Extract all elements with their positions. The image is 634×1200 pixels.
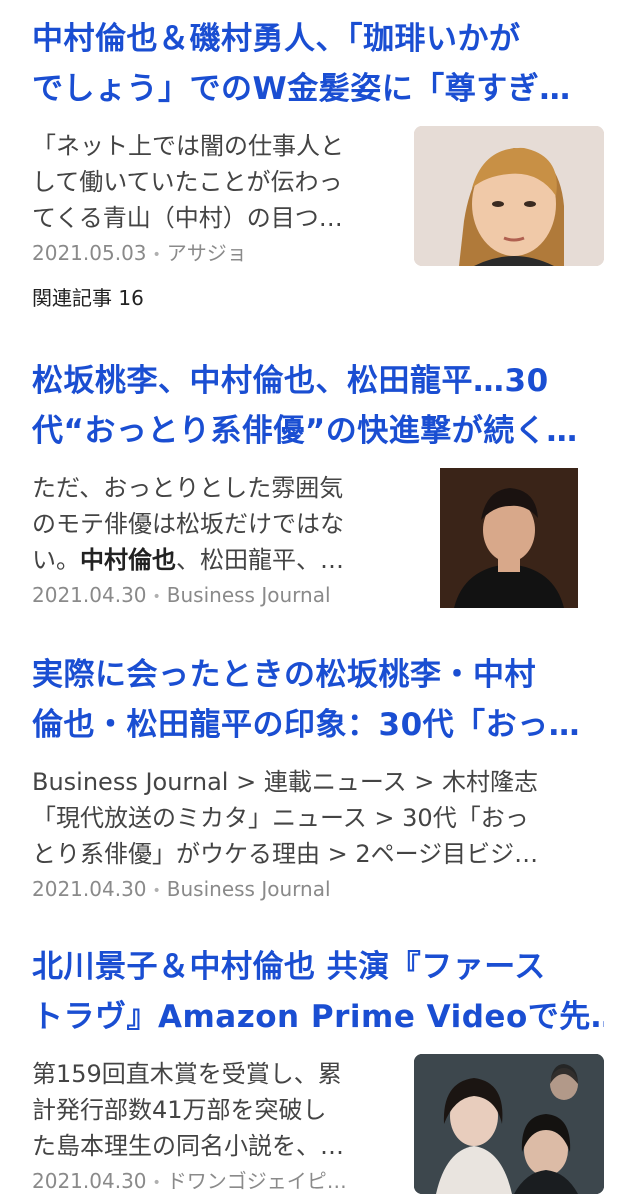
snippet-line: 第159回直木賞を受賞し、累 — [32, 1060, 342, 1088]
article-meta: 2021.04.30 • Business Journal — [32, 874, 604, 906]
meta-separator: • — [152, 588, 161, 605]
snippet-text: い。 — [32, 546, 80, 574]
headline-line: 北川景子＆中村倫也 共演『ファース — [32, 949, 546, 985]
snippet-line: 「現代放送のミカタ」ニュース > 30代「おっ — [32, 804, 529, 832]
article-date: 2021.04.30 — [32, 583, 147, 607]
article-thumbnail[interactable] — [414, 468, 604, 608]
snippet-highlight: 中村倫也 — [80, 546, 176, 574]
related-articles-link[interactable]: 関連記事 16 — [32, 284, 144, 312]
meta-separator: • — [152, 882, 161, 899]
article-card[interactable]: 松坂桃李、中村倫也、松田龍平…30 代“おっとり系俳優”の快進撃が続く… ただ、… — [32, 356, 604, 612]
article-headline[interactable]: 実際に会ったときの松坂桃李・中村 倫也・松田龍平の印象：30代「おっ… — [32, 650, 604, 750]
article-date: 2021.04.30 — [32, 877, 147, 901]
snippet-line: い。中村倫也、松田龍平、… — [32, 542, 392, 578]
article-source: Business Journal — [166, 583, 331, 607]
snippet-line: のモテ俳優は松坂だけではな — [32, 510, 344, 538]
article-source: Business Journal — [166, 877, 331, 901]
article-date: 2021.05.03 — [32, 241, 147, 265]
article-headline[interactable]: 松坂桃李、中村倫也、松田龍平…30 代“おっとり系俳優”の快進撃が続く… — [32, 356, 604, 456]
snippet-line: 計発行部数41万部を突破し — [32, 1096, 327, 1124]
headline-line: でしょう」でのW金髪姿に「尊すぎ… — [32, 71, 571, 107]
headline-line: 実際に会ったときの松坂桃李・中村 — [32, 657, 536, 693]
article-snippet: Business Journal > 連載ニュース > 木村隆志 「現代放送のミ… — [32, 764, 604, 872]
snippet-line: た島本理生の同名小説を、… — [32, 1132, 344, 1160]
snippet-line: Business Journal > 連載ニュース > 木村隆志 — [32, 768, 538, 796]
snippet-line: して働いていたことが伝わっ — [32, 168, 343, 196]
article-thumbnail[interactable] — [414, 126, 604, 266]
headline-line: トラヴ』Amazon Prime Videoで先… — [32, 999, 604, 1035]
snippet-line: とり系俳優」がウケる理由 > 2ページ目ビジ… — [32, 840, 539, 868]
article-card[interactable]: 北川景子＆中村倫也 共演『ファース トラヴ』Amazon Prime Video… — [32, 942, 604, 1198]
snippet-text: 、松田龍平、… — [176, 546, 344, 574]
headline-line: 倫也・松田龍平の印象：30代「おっ… — [32, 707, 581, 743]
meta-separator: • — [152, 1174, 161, 1191]
article-snippet: 「ネット上では闇の仕事人と して働いていたことが伝わっ てくる青山（中村）の目つ… — [32, 128, 392, 236]
article-thumbnail[interactable] — [414, 1054, 604, 1194]
article-headline[interactable]: 北川景子＆中村倫也 共演『ファース トラヴ』Amazon Prime Video… — [32, 942, 604, 1042]
snippet-line: 「ネット上では闇の仕事人と — [32, 132, 344, 160]
headline-line: 中村倫也＆磯村勇人、「珈琲いかが — [32, 21, 521, 57]
photo-drama-poster-icon — [414, 1054, 604, 1194]
snippet-line: ただ、おっとりとした雰囲気 — [32, 474, 344, 502]
article-headline[interactable]: 中村倫也＆磯村勇人、「珈琲いかが でしょう」でのW金髪姿に「尊すぎ… — [32, 14, 604, 114]
snippet-line: てくる青山（中村）の目つ… — [32, 204, 343, 232]
headline-line: 松坂桃李、中村倫也、松田龍平…30 — [32, 363, 549, 399]
article-card[interactable]: 中村倫也＆磯村勇人、「珈琲いかが でしょう」でのW金髪姿に「尊すぎ… 「ネット上… — [32, 14, 604, 270]
article-snippet: 第159回直木賞を受賞し、累 計発行部数41万部を突破し た島本理生の同名小説を… — [32, 1056, 392, 1164]
photo-man-portrait-icon — [414, 126, 604, 266]
article-card[interactable]: 実際に会ったときの松坂桃李・中村 倫也・松田龍平の印象：30代「おっ… Busi… — [32, 650, 604, 906]
article-date: 2021.04.30 — [32, 1169, 147, 1193]
article-source: ドワンゴジェイピ… — [166, 1169, 347, 1193]
photo-man-dark-background-icon — [414, 468, 604, 608]
article-source: アサジョ — [166, 241, 247, 265]
article-snippet: ただ、おっとりとした雰囲気 のモテ俳優は松坂だけではな い。中村倫也、松田龍平、… — [32, 470, 392, 578]
headline-line: 代“おっとり系俳優”の快進撃が続く… — [32, 413, 578, 449]
meta-separator: • — [152, 246, 161, 263]
